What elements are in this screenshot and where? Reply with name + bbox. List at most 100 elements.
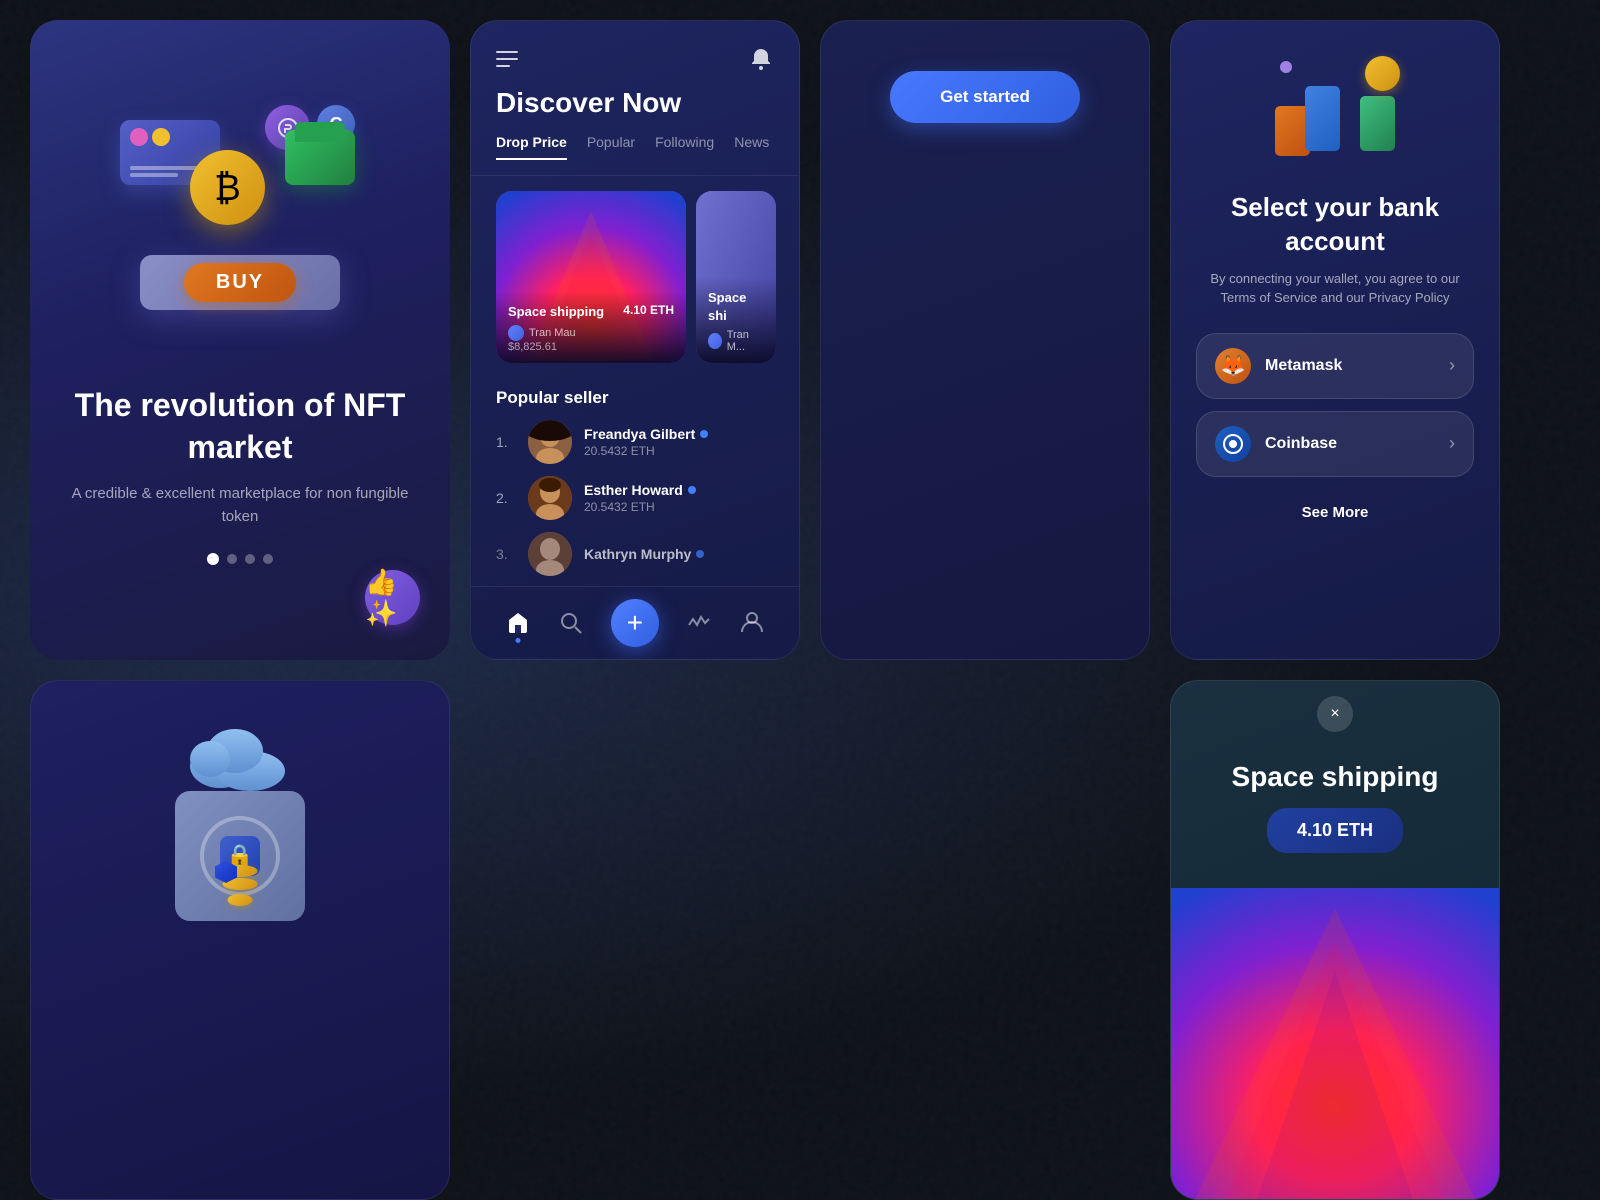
metamask-arrow-icon: › xyxy=(1449,355,1455,376)
nft-card-info-2: Space shi Tran M... xyxy=(696,277,776,363)
security-illustration: 🔒 xyxy=(140,711,340,911)
nft-card-price: 4.10 ETH xyxy=(623,303,674,317)
space-detail-title: Space shipping xyxy=(1191,761,1479,793)
discover-card: Discover Now Drop Price Popular Followin… xyxy=(470,20,800,660)
coinbase-label: Coinbase xyxy=(1265,435,1449,453)
nft-card-creator: Tran Mau xyxy=(508,325,674,341)
bitcoin-coin: ₿ xyxy=(190,150,265,225)
seller-rank-2: 2. xyxy=(496,490,516,506)
eth-price-badge: 4.10 ETH xyxy=(1267,808,1403,853)
metamask-wallet-option[interactable]: 🦊 Metamask › xyxy=(1196,333,1474,399)
hamburger-line-3 xyxy=(496,65,510,67)
bank-subtitle: By connecting your wallet, you agree to … xyxy=(1196,269,1474,308)
verified-icon-1 xyxy=(700,430,708,438)
nft-card-creator-2: Tran M... xyxy=(708,329,764,353)
creator-avatar-small-2 xyxy=(708,333,722,349)
bottom-navigation: + xyxy=(471,586,799,659)
seller-item-2[interactable]: 2. Esther Howard xyxy=(496,476,774,520)
seller-list: 1. Freandya Gilbert xyxy=(496,420,774,576)
nav-add-button[interactable]: + xyxy=(611,599,659,647)
creator-avatar-small xyxy=(508,325,524,341)
space-detail-header: × Space shipping 4.10 ETH xyxy=(1171,681,1499,888)
bank-illustration xyxy=(1255,51,1415,171)
hamburger-line-1 xyxy=(496,51,518,53)
green-wallet xyxy=(285,130,355,185)
pagination xyxy=(207,553,273,565)
discover-tabs: Drop Price Popular Following News xyxy=(471,134,799,176)
close-icon: × xyxy=(1330,705,1339,723)
popular-seller-title: Popular seller xyxy=(496,388,774,408)
creator-name: Tran Mau xyxy=(529,327,576,339)
nft-card-title-2: Space shi xyxy=(708,290,746,323)
seller-eth-esther: 20.5432 ETH xyxy=(584,500,774,514)
nft-card-space-shipping[interactable]: Space shipping 4.10 ETH Tran Mau $8,825.… xyxy=(496,191,686,363)
bank-purple-dot xyxy=(1280,61,1292,73)
bank-coin xyxy=(1365,56,1400,91)
hamburger-menu[interactable] xyxy=(496,51,518,67)
thumbs-up-button[interactable]: 👍✨ xyxy=(365,570,420,625)
tab-popular[interactable]: Popular xyxy=(587,134,635,160)
buy-label: BUY xyxy=(184,263,296,302)
nft-market-card: C ₿ BUY The revolu xyxy=(30,20,450,660)
nft-text: The revolution of NFT market A credible … xyxy=(60,385,420,528)
nft-card-title: Space shipping xyxy=(508,304,604,319)
get-started-button[interactable]: Get started xyxy=(890,71,1080,123)
dot-1[interactable] xyxy=(207,553,219,565)
seller-avatar-freandya xyxy=(528,420,572,464)
nft-card-space-shipping-2[interactable]: Space shi Tran M... xyxy=(696,191,776,363)
tab-news[interactable]: News xyxy=(734,134,769,160)
seller-rank-3: 3. xyxy=(496,546,516,562)
seller-avatar-esther xyxy=(528,476,572,520)
verified-icon-2 xyxy=(688,486,696,494)
coin-3 xyxy=(228,894,253,906)
seller-info-esther: Esther Howard 20.5432 ETH xyxy=(584,482,774,514)
bank-box-blue xyxy=(1305,86,1340,151)
coinbase-arrow-icon: › xyxy=(1449,433,1455,454)
nav-home[interactable] xyxy=(504,609,532,637)
bank-account-card: Select your bank account By connecting y… xyxy=(1170,20,1500,660)
coinbase-icon xyxy=(1215,426,1251,462)
metamask-icon: 🦊 xyxy=(1215,348,1251,384)
dot-4[interactable] xyxy=(263,554,273,564)
discover-title: Discover Now xyxy=(471,87,799,134)
crypto-platform: C ₿ BUY xyxy=(110,100,370,320)
space-shipping-detail-card: × Space shipping 4.10 ETH xyxy=(1170,680,1500,1200)
nft-subtitle: A credible & excellent marketplace for n… xyxy=(60,483,420,528)
get-started-card: Get started xyxy=(820,20,1150,660)
eth-price: 4.10 ETH xyxy=(1297,820,1373,841)
see-more-button[interactable]: See More xyxy=(1302,504,1369,521)
seller-info-freandya: Freandya Gilbert 20.5432 ETH xyxy=(584,426,774,458)
dot-3[interactable] xyxy=(245,554,255,564)
seller-rank-1: 1. xyxy=(496,434,516,450)
bank-title: Select your bank account xyxy=(1196,191,1474,259)
seller-item-3[interactable]: 3. Kathryn Murphy xyxy=(496,532,774,576)
nav-activity[interactable] xyxy=(685,609,713,637)
close-button[interactable]: × xyxy=(1317,696,1353,732)
seller-eth-freandya: 20.5432 ETH xyxy=(584,444,774,458)
discover-header xyxy=(471,21,799,87)
seller-name-freandya: Freandya Gilbert xyxy=(584,426,774,442)
nft-cards-row: Space shipping 4.10 ETH Tran Mau $8,825.… xyxy=(471,176,799,378)
space-nft-artwork xyxy=(1171,888,1499,1199)
platform-base: BUY xyxy=(140,255,340,310)
bank-box-green xyxy=(1360,96,1395,151)
verified-icon-3 xyxy=(696,550,704,558)
tab-following[interactable]: Following xyxy=(655,134,714,160)
cloud-icon xyxy=(180,721,300,791)
seller-item-1[interactable]: 1. Freandya Gilbert xyxy=(496,420,774,464)
nav-search[interactable] xyxy=(557,609,585,637)
nft-card-info: Space shipping 4.10 ETH Tran Mau $8,825.… xyxy=(496,291,686,363)
tab-drop-price[interactable]: Drop Price xyxy=(496,134,567,160)
usd-price: $8,825.61 xyxy=(508,341,674,353)
notification-bell-icon[interactable] xyxy=(748,46,774,72)
hamburger-line-2 xyxy=(496,58,518,60)
coinbase-wallet-option[interactable]: Coinbase › xyxy=(1196,411,1474,477)
nft-illustration: C ₿ BUY xyxy=(60,50,420,370)
seller-info-kathryn: Kathryn Murphy xyxy=(584,546,774,562)
dot-2[interactable] xyxy=(227,554,237,564)
nav-profile[interactable] xyxy=(738,609,766,637)
nft-title: The revolution of NFT market xyxy=(60,385,420,468)
seller-name-kathryn: Kathryn Murphy xyxy=(584,546,774,562)
seller-avatar-kathryn xyxy=(528,532,572,576)
creator-name-2: Tran M... xyxy=(727,329,764,353)
